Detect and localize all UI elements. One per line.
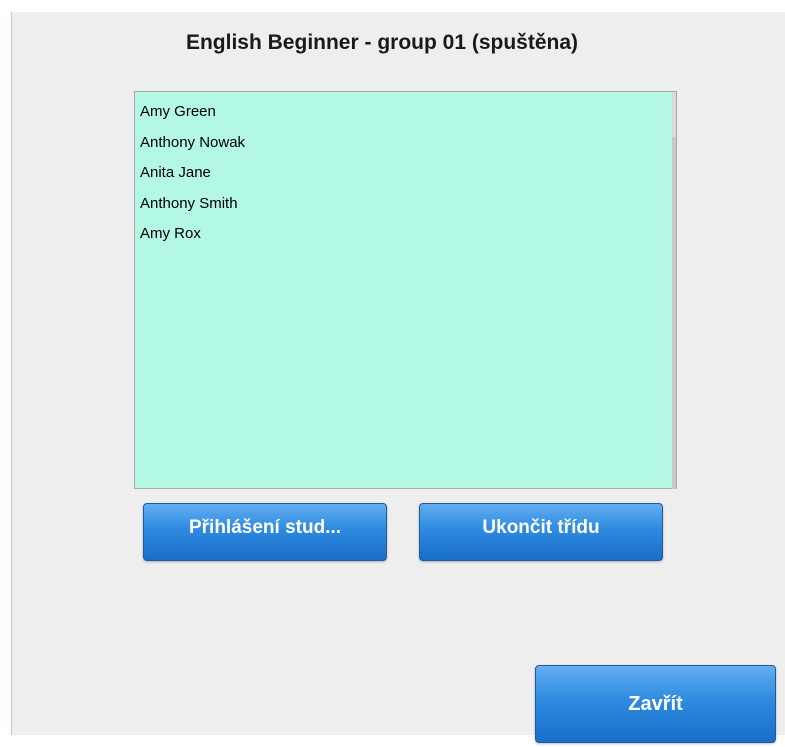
close-button[interactable]: Zavřít bbox=[535, 665, 776, 743]
list-scrollbar-thumb[interactable] bbox=[672, 138, 676, 489]
end-class-button[interactable]: Ukončit třídu bbox=[419, 503, 663, 561]
student-list[interactable]: Amy Green Anthony Nowak Anita Jane Antho… bbox=[134, 91, 677, 489]
student-login-button[interactable]: Přihlášení stud... bbox=[143, 503, 387, 561]
student-list-item[interactable]: Anita Jane bbox=[140, 158, 676, 189]
student-list-item[interactable]: Amy Rox bbox=[140, 219, 676, 250]
list-scrollbar[interactable] bbox=[672, 92, 676, 489]
dialog-title: English Beginner - group 01 (spuštěna) bbox=[185, 31, 579, 54]
student-list-item[interactable]: Anthony Nowak bbox=[140, 128, 676, 159]
student-list-items: Amy Green Anthony Nowak Anita Jane Antho… bbox=[135, 92, 676, 250]
student-list-item[interactable]: Amy Green bbox=[140, 97, 676, 128]
student-list-item[interactable]: Anthony Smith bbox=[140, 189, 676, 220]
